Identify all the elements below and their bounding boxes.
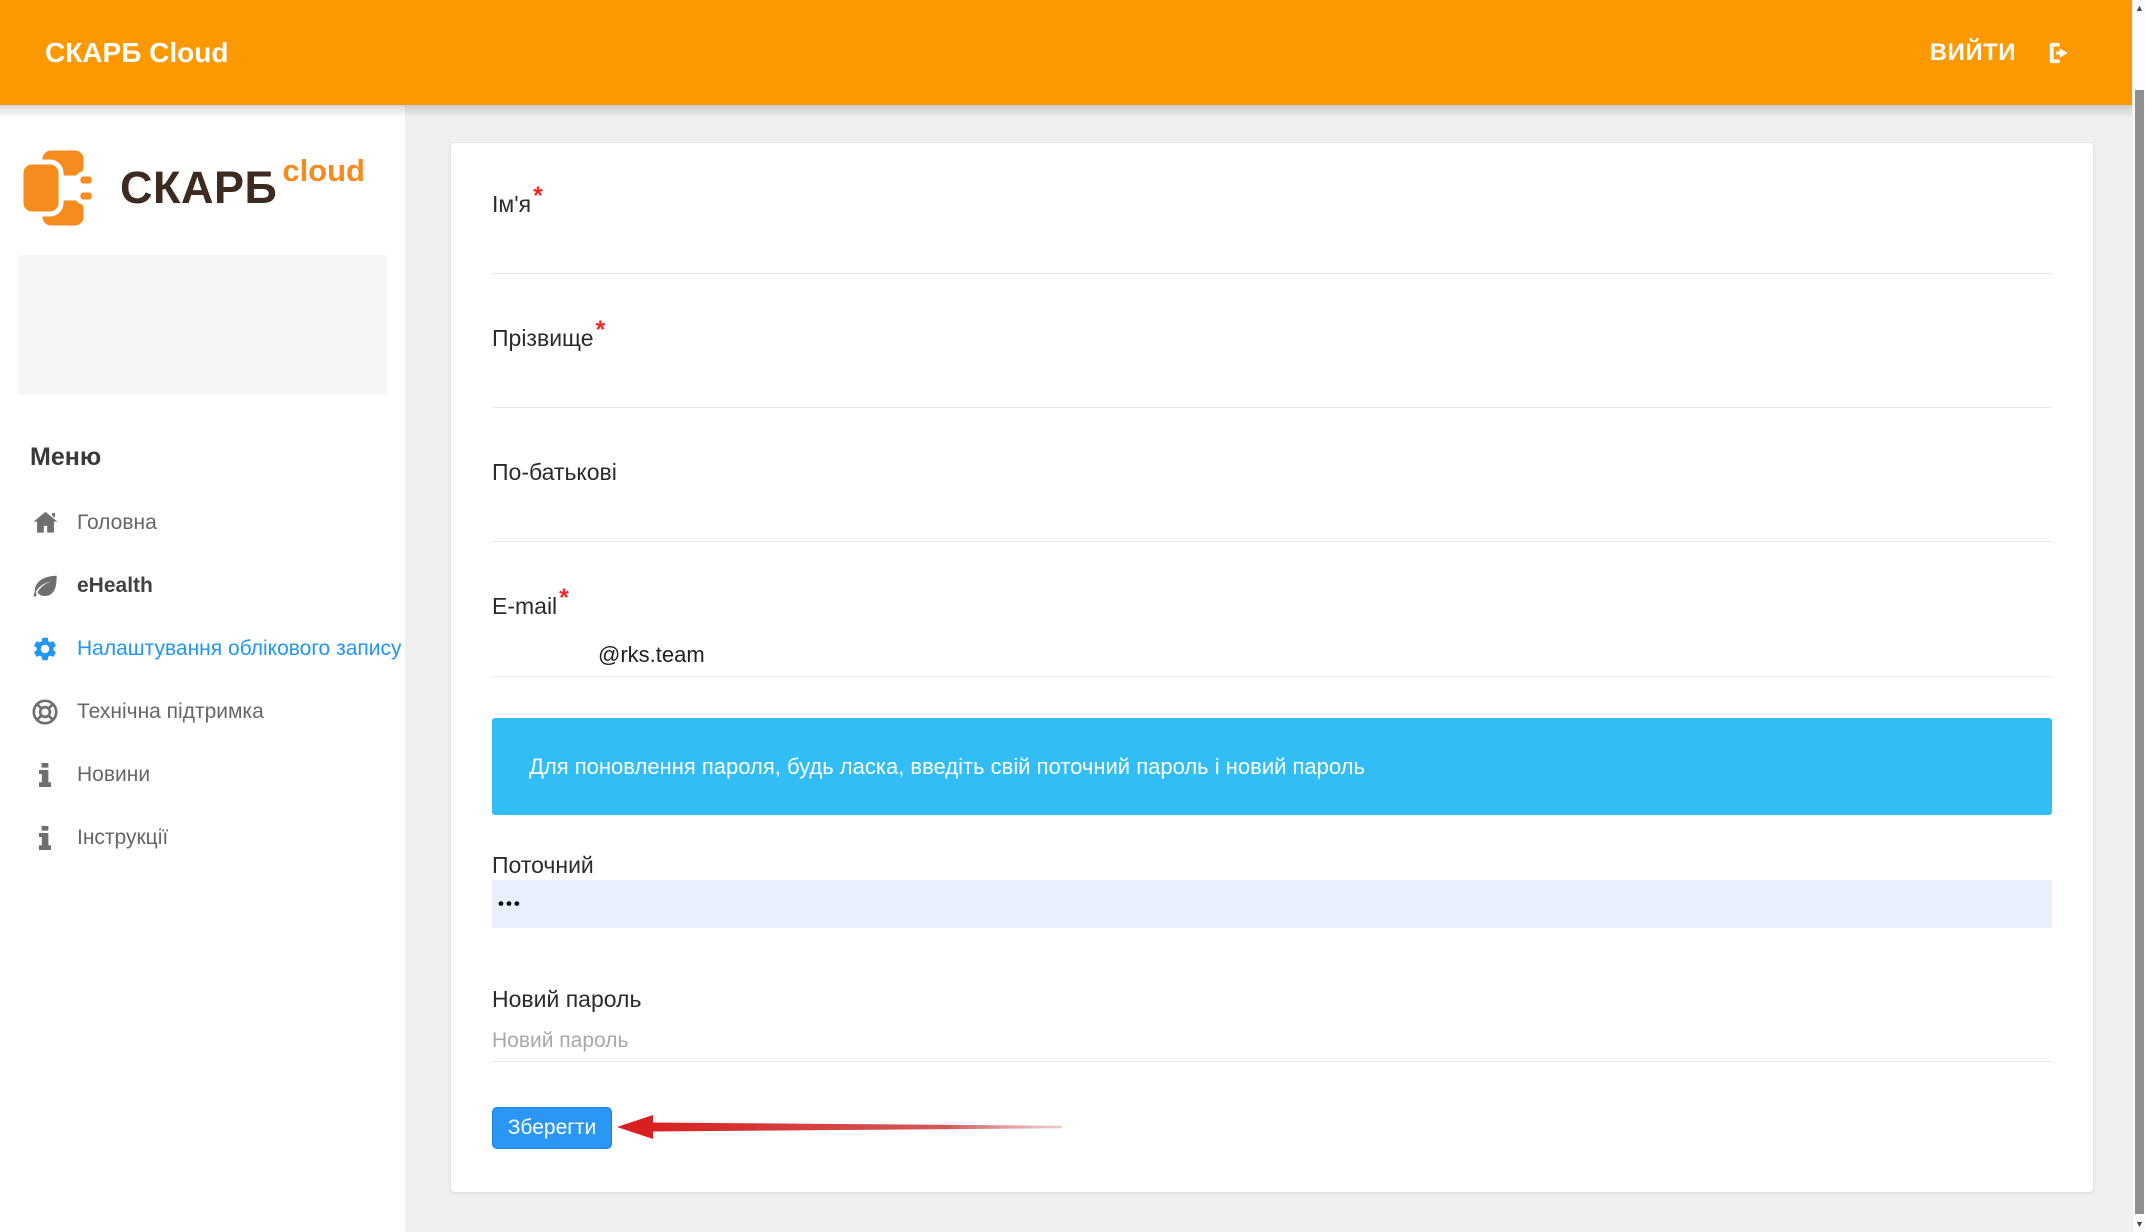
sidebar-item-label: Новини <box>77 763 150 787</box>
logo-brand-text: СКАРБ <box>120 147 277 229</box>
logout-label: ВИЙТИ <box>1930 39 2016 67</box>
sidebar-item-home[interactable]: Головна <box>0 491 405 554</box>
vertical-scrollbar: ▲ ▼ <box>2132 0 2145 1232</box>
info-icon <box>30 762 60 788</box>
topbar: СКАРБ Cloud ВИЙТИ <box>0 0 2132 105</box>
logo-cloud-text: cloud <box>282 155 365 186</box>
save-button[interactable]: Зберегти <box>492 1107 612 1149</box>
sidebar-item-label: Налаштування облікового запису <box>77 637 402 661</box>
field-middle-name: По-батькові <box>492 457 2052 542</box>
account-settings-form: Ім'я* Прізвище* По-батькові E-mail* Для … <box>451 143 2093 1192</box>
profile-image-placeholder <box>18 255 387 394</box>
current-password-label: Поточний <box>492 850 2052 880</box>
middle-name-input[interactable] <box>492 499 2052 541</box>
required-asterisk: * <box>596 316 606 344</box>
sidebar-item-label: Головна <box>77 511 157 535</box>
field-current-password: Поточний <box>492 850 2052 928</box>
sidebar-item-news[interactable]: Новини <box>0 743 405 806</box>
scrollbar-down-arrow[interactable]: ▼ <box>2133 1216 2145 1232</box>
new-password-input[interactable] <box>492 1021 2052 1061</box>
field-new-password: Новий пароль <box>492 984 2052 1062</box>
menu-heading: Меню <box>30 443 101 472</box>
skarb-logo-icon <box>20 147 96 229</box>
current-password-input[interactable] <box>492 894 2052 914</box>
brand-logo: СКАРБ cloud <box>20 147 365 229</box>
first-name-input[interactable] <box>492 231 2052 273</box>
first-name-label: Ім'я* <box>492 189 2052 219</box>
sidebar-item-support[interactable]: Технічна підтримка <box>0 680 405 743</box>
app-window: СКАРБ Cloud ВИЙТИ <box>0 0 2145 1232</box>
password-notice-banner: Для поновлення пароля, будь ласка, введі… <box>492 718 2052 815</box>
logout-button[interactable]: ВИЙТИ <box>1930 0 2074 105</box>
required-asterisk: * <box>533 182 543 210</box>
scrollbar-thumb[interactable] <box>2135 90 2144 1214</box>
field-email: E-mail* <box>492 591 2052 677</box>
life-ring-icon <box>30 698 60 726</box>
middle-name-label: По-батькові <box>492 457 2052 487</box>
email-input[interactable] <box>492 634 2052 676</box>
sidebar-menu: Головна eHealth Налаштування обліково <box>0 491 405 869</box>
current-password-autofill <box>492 880 2052 928</box>
gear-icon <box>30 635 60 663</box>
email-label: E-mail* <box>492 591 2052 621</box>
last-name-label: Прізвище* <box>492 323 2052 353</box>
new-password-label: Новий пароль <box>492 984 2052 1014</box>
app-title: СКАРБ Cloud <box>45 0 228 105</box>
sidebar-item-instructions[interactable]: Інструкції <box>0 806 405 869</box>
sidebar-item-ehealth[interactable]: eHealth <box>0 554 405 617</box>
last-name-input[interactable] <box>492 365 2052 407</box>
sign-out-icon <box>2044 40 2074 66</box>
sidebar-item-label: eHealth <box>77 574 153 598</box>
field-first-name: Ім'я* <box>492 189 2052 274</box>
required-asterisk: * <box>559 584 569 612</box>
field-last-name: Прізвище* <box>492 323 2052 408</box>
home-icon <box>30 509 60 536</box>
sidebar-item-label: Технічна підтримка <box>77 700 264 724</box>
sidebar: СКАРБ cloud Меню Головна <box>0 105 405 1232</box>
sidebar-item-account-settings[interactable]: Налаштування облікового запису <box>0 617 405 680</box>
sidebar-item-label: Інструкції <box>77 826 168 850</box>
scrollbar-up-arrow[interactable]: ▲ <box>2133 0 2145 16</box>
leaf-icon <box>30 572 60 600</box>
info-icon <box>30 825 60 851</box>
